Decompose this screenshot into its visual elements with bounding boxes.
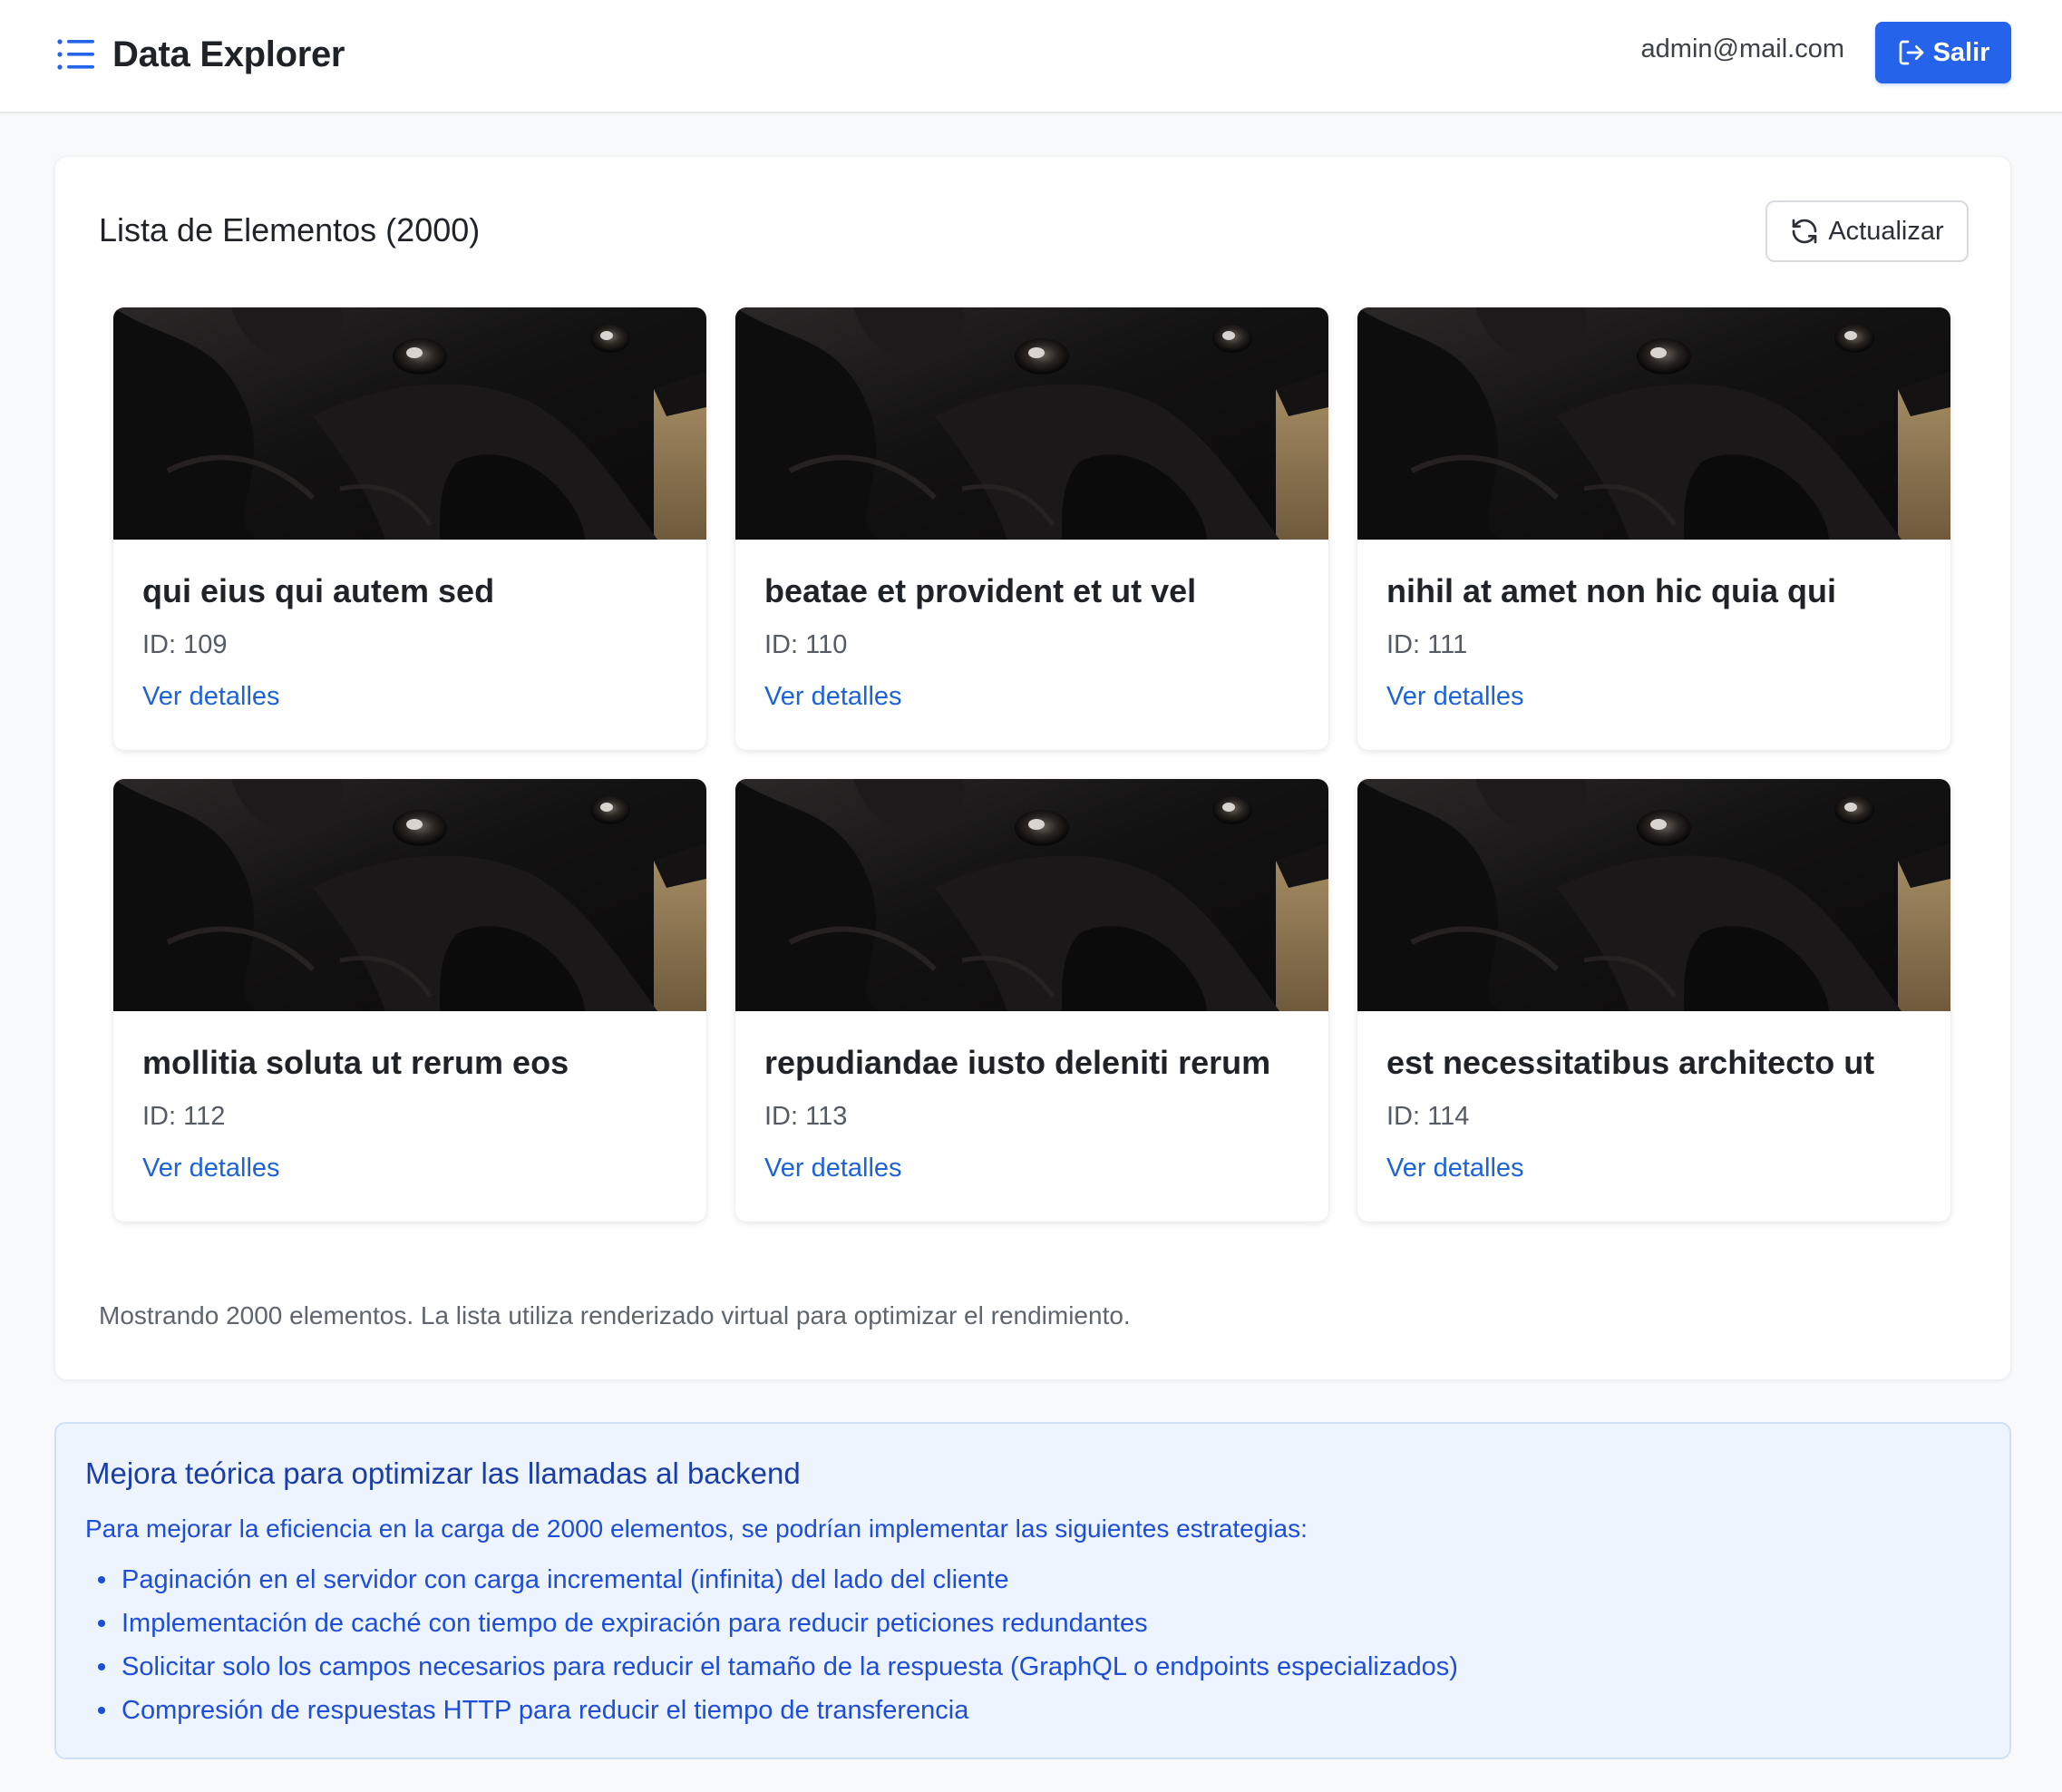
- items-panel: Lista de Elementos (2000) Actualizar qui…: [54, 156, 2011, 1380]
- card-id: ID: 109: [142, 630, 228, 659]
- details-link[interactable]: Ver detalles: [142, 1154, 280, 1183]
- item-card: qui eius qui autem sed ID: 109 Ver detal…: [113, 307, 706, 750]
- info-title: Mejora teórica para optimizar las llamad…: [85, 1456, 801, 1490]
- item-card: est necessitatibus architecto ut ID: 114…: [1357, 779, 1950, 1222]
- logout-button[interactable]: Salir: [1875, 22, 2011, 83]
- logout-label: Salir: [1932, 37, 1990, 67]
- refresh-label: Actualizar: [1828, 216, 1944, 246]
- details-link[interactable]: Ver detalles: [142, 682, 280, 712]
- card-grid: qui eius qui autem sed ID: 109 Ver detal…: [113, 286, 1954, 1222]
- app-title: Data Explorer: [112, 34, 345, 74]
- list-footer-note: Mostrando 2000 elementos. La lista utili…: [99, 1301, 1131, 1329]
- item-card: beatae et provident et ut vel ID: 110 Ve…: [735, 307, 1328, 750]
- card-title: repudiandae iusto deleniti rerum: [764, 1044, 1271, 1081]
- card-image: [735, 307, 1328, 540]
- details-link[interactable]: Ver detalles: [1386, 682, 1524, 712]
- card-image: [1357, 307, 1950, 540]
- card-title: mollitia soluta ut rerum eos: [142, 1044, 569, 1081]
- card-image: [113, 307, 706, 540]
- top-navbar: Data Explorer admin@mail.com Salir: [0, 0, 2062, 113]
- card-id: ID: 110: [764, 630, 848, 659]
- card-title: est necessitatibus architecto ut: [1386, 1044, 1875, 1081]
- strategy-item: Paginación en el servidor con carga incr…: [98, 1558, 1980, 1602]
- details-link[interactable]: Ver detalles: [764, 682, 902, 712]
- card-title: nihil at amet non hic quia qui: [1386, 572, 1837, 609]
- card-image: [735, 779, 1328, 1011]
- virtual-list-viewport[interactable]: qui eius qui autem sed ID: 109 Ver detal…: [55, 286, 2010, 1263]
- card-title: qui eius qui autem sed: [142, 572, 495, 609]
- list-title: Lista de Elementos (2000): [99, 211, 481, 248]
- item-card: nihil at amet non hic quia qui ID: 111 V…: [1357, 307, 1950, 750]
- logout-icon: [1899, 40, 1923, 65]
- card-title: beatae et provident et ut vel: [764, 572, 1197, 609]
- brand: Data Explorer: [56, 27, 345, 82]
- card-id: ID: 114: [1386, 1102, 1470, 1131]
- card-id: ID: 113: [764, 1102, 848, 1131]
- list-icon: [57, 39, 94, 70]
- user-email: admin@mail.com: [1640, 34, 1844, 63]
- item-card: mollitia soluta ut rerum eos ID: 112 Ver…: [113, 779, 706, 1222]
- refresh-icon: [1792, 219, 1817, 244]
- item-card: repudiandae iusto deleniti rerum ID: 113…: [735, 779, 1328, 1222]
- card-image: [1357, 779, 1950, 1011]
- optimization-info-box: Mejora teórica para optimizar las llamad…: [54, 1422, 2011, 1759]
- card-image: [113, 779, 706, 1011]
- card-id: ID: 111: [1386, 630, 1468, 659]
- card-id: ID: 112: [142, 1102, 226, 1131]
- details-link[interactable]: Ver detalles: [764, 1154, 902, 1183]
- details-link[interactable]: Ver detalles: [1386, 1154, 1524, 1183]
- refresh-button[interactable]: Actualizar: [1765, 200, 1969, 262]
- strategy-list: Paginación en el servidor con carga incr…: [85, 1558, 1980, 1732]
- strategy-item: Implementación de caché con tiempo de ex…: [98, 1602, 1980, 1645]
- strategy-item: Compresión de respuestas HTTP para reduc…: [98, 1689, 1980, 1732]
- strategy-item: Solicitar solo los campos necesarios par…: [98, 1645, 1980, 1689]
- info-intro: Para mejorar la eficiencia en la carga d…: [85, 1514, 1308, 1543]
